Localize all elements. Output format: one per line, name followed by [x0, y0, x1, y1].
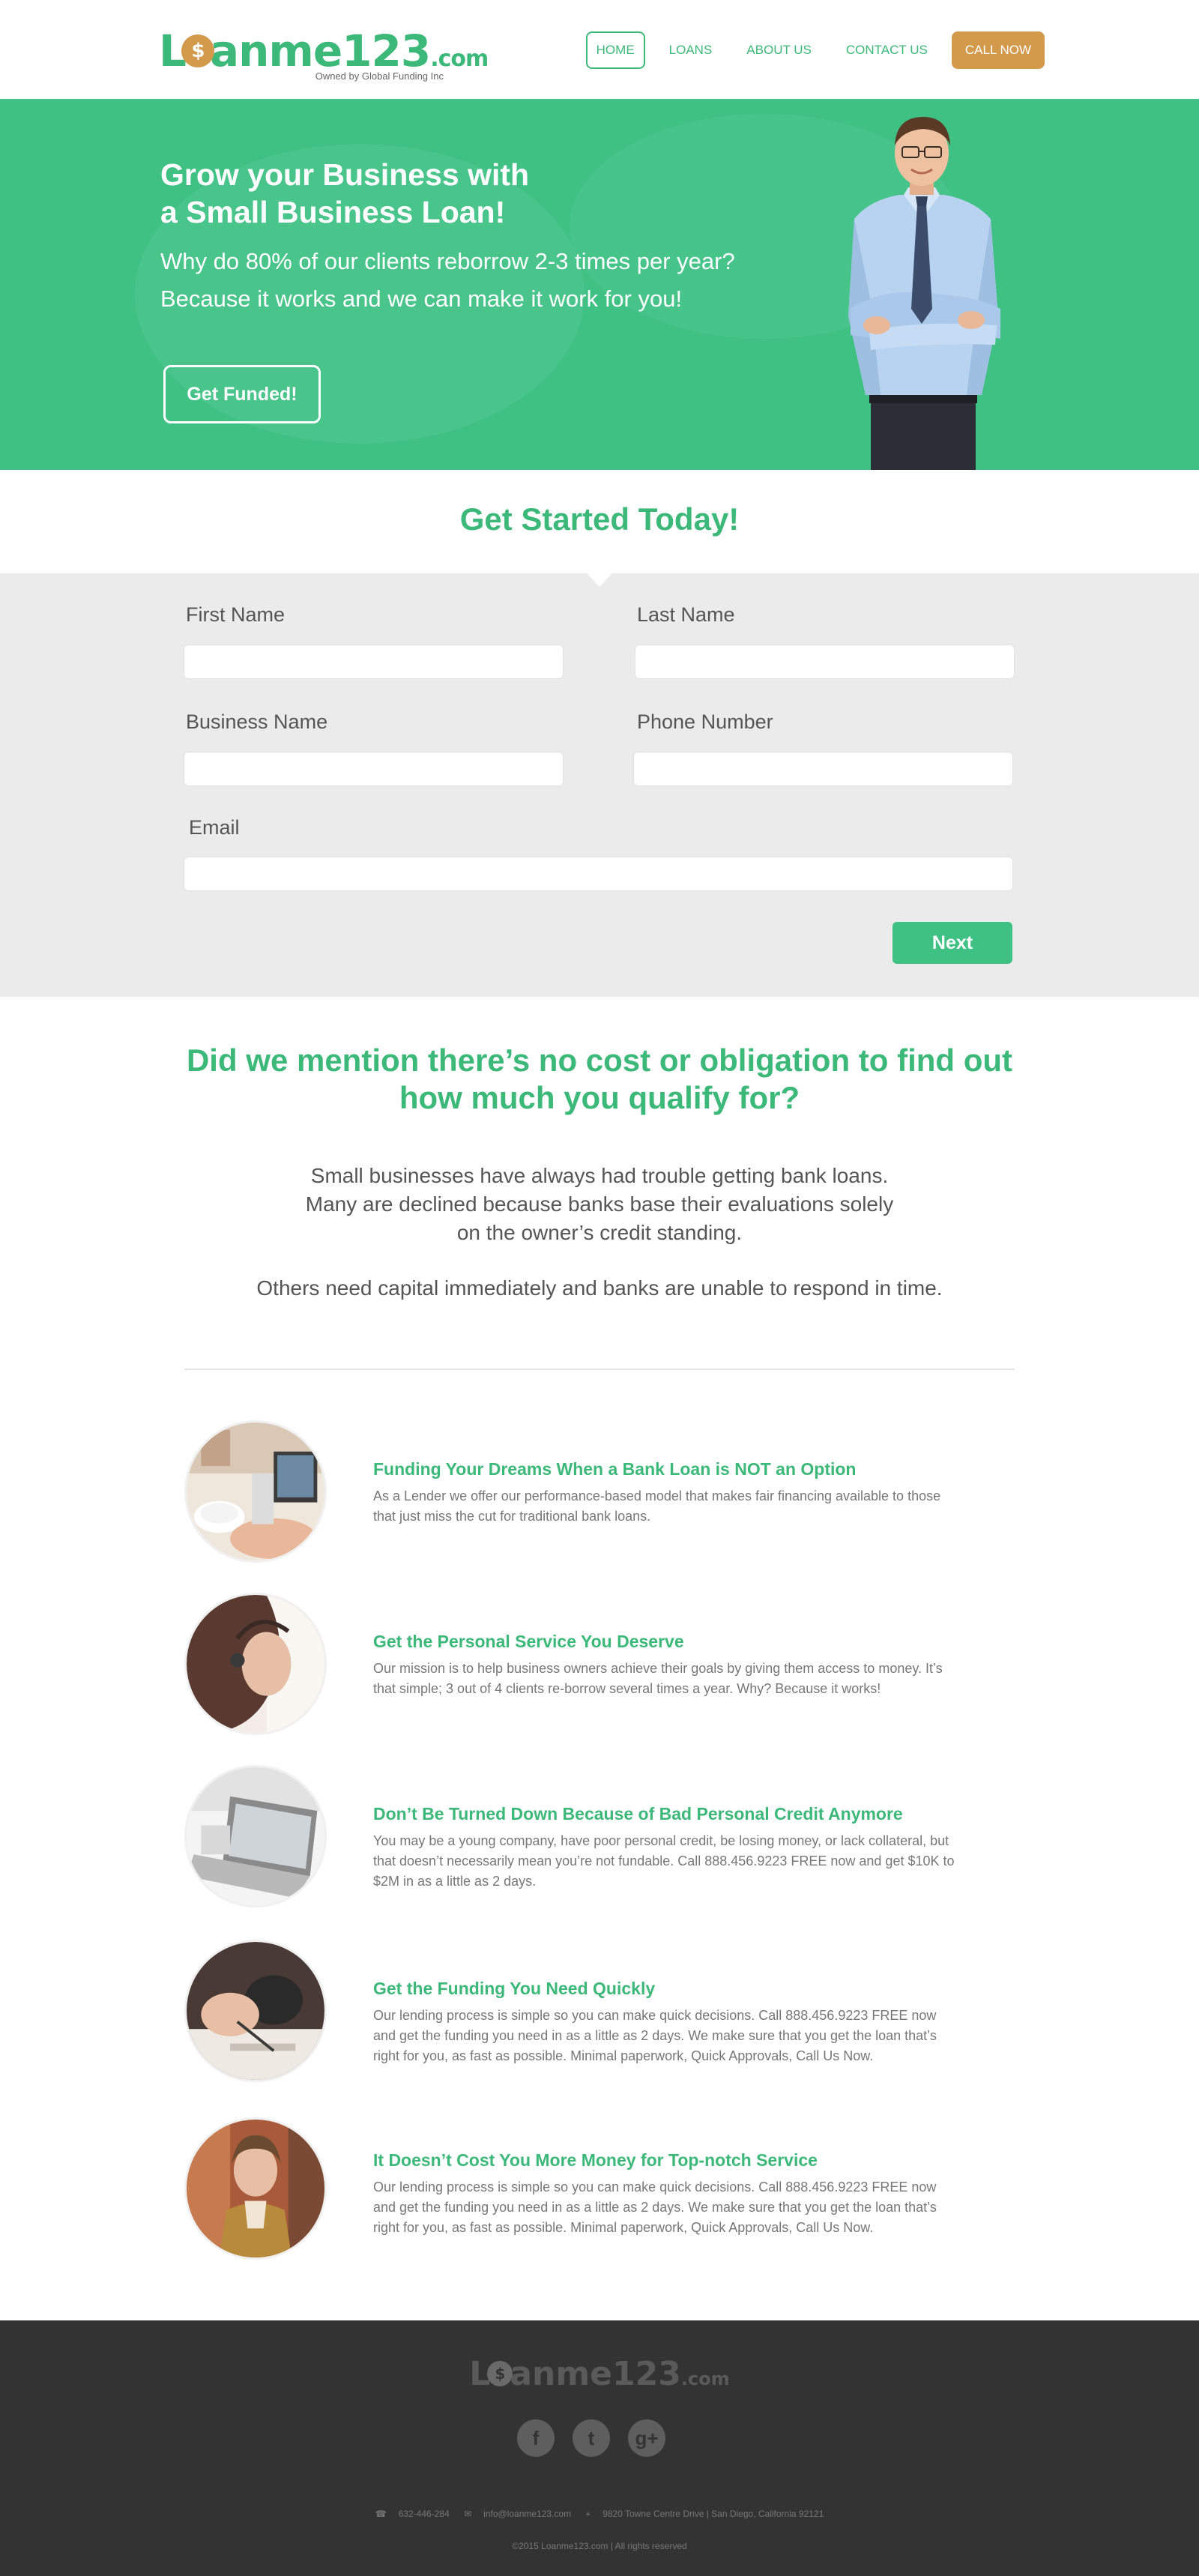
hero-title: Grow your Business with a Small Business … — [160, 157, 530, 229]
email-field[interactable] — [184, 857, 1013, 891]
feature-title: It Doesn’t Cost You More Money for Top-n… — [373, 2150, 818, 2170]
footer-phone[interactable]: 632-446-284 — [399, 2509, 450, 2519]
feature-text: You may be a young company, have poor pe… — [373, 1833, 955, 1889]
phone-number-field[interactable] — [633, 752, 1013, 786]
business-name-field[interactable] — [184, 752, 564, 786]
last-name-label: Last Name — [637, 603, 735, 626]
footer-logo[interactable]: L $ anme123.com — [0, 2355, 1199, 2393]
site-footer: L $ anme123.com f t g+ ☎ 632-446-284 ✉ info@… — [0, 2320, 1199, 2576]
nav-contact-us[interactable]: CONTACT US — [836, 31, 938, 69]
feature-text: Our lending process is simple so you can… — [373, 2008, 937, 2063]
footer-address: 9820 Towne Centre Drive | San Diego, Cal… — [602, 2509, 824, 2519]
facebook-icon[interactable]: f — [517, 2419, 555, 2457]
feature-title: Funding Your Dreams When a Bank Loan is … — [373, 1459, 857, 1479]
first-name-field[interactable] — [184, 645, 564, 679]
intro-paragraph: Small businesses have always had trouble… — [305, 1164, 894, 1244]
get-started-title: Get Started Today! — [459, 501, 740, 537]
nav-home[interactable]: HOME — [585, 31, 645, 69]
phone-number-label: Phone Number — [637, 711, 773, 733]
lead-form: First Name Last Name Business Name Phone… — [0, 573, 1199, 997]
hero-subtitle: Why do 80% of our clients reborrow 2-3 t… — [160, 248, 735, 312]
hero-banner: Grow your Business with a Small Business … — [0, 99, 1199, 470]
social-links: f t g+ — [517, 2419, 665, 2457]
feature-image-headset-agent — [184, 1593, 327, 1735]
next-button[interactable]: Next — [893, 922, 1012, 964]
get-funded-button[interactable]: Get Funded! — [163, 365, 321, 423]
capital-paragraph: Others need capital immediately and bank… — [256, 1276, 943, 1300]
feature-text: As a Lender we offer our performance-bas… — [373, 1488, 941, 1524]
section-divider — [184, 1369, 1015, 1370]
phone-icon: ☎ — [375, 2509, 387, 2519]
feature-title: Don’t Be Turned Down Because of Bad Pers… — [373, 1804, 903, 1824]
section-pointer — [587, 573, 612, 587]
feature-item: Get the Funding You Need Quickly Our len… — [184, 1940, 1015, 2082]
feature-item: Get the Personal Service You Deserve Our… — [184, 1593, 1015, 1735]
nav-loans[interactable]: LOANS — [659, 31, 723, 69]
email-label: Email — [189, 816, 240, 839]
first-name-label: First Name — [186, 603, 286, 626]
twitter-icon[interactable]: t — [573, 2419, 610, 2457]
last-name-field[interactable] — [635, 645, 1015, 679]
feature-item: Don’t Be Turned Down Because of Bad Pers… — [184, 1765, 1015, 1907]
logo-tagline: Owned by Global Funding Inc — [315, 70, 444, 82]
feature-item: It Doesn’t Cost You More Money for Top-n… — [184, 2117, 1015, 2260]
site-header: L $ anme123.com Owned by Global Funding In… — [0, 0, 1199, 99]
location-icon: ⌖ — [585, 2509, 591, 2519]
dollar-coin-icon: $ — [181, 34, 214, 67]
call-now-button[interactable]: CALL NOW — [951, 31, 1045, 69]
feature-text: Our mission is to help business owners a… — [373, 1661, 943, 1696]
footer-contact: ☎ 632-446-284 ✉ info@loanme123.com ⌖ 9820 T… — [0, 2509, 1199, 2520]
feature-title: Get the Personal Service You Deserve — [373, 1632, 684, 1651]
feature-image-business-owner — [184, 2117, 327, 2260]
no-cost-heading: Did we mention there’s no cost or obliga… — [186, 1043, 1013, 1115]
google-plus-icon[interactable]: g+ — [628, 2419, 665, 2457]
nav-about-us[interactable]: ABOUT US — [736, 31, 822, 69]
feature-text: Our lending process is simple so you can… — [373, 2180, 937, 2235]
businessman-image — [848, 117, 1000, 470]
feature-item: Funding Your Dreams When a Bank Loan is … — [184, 1420, 1015, 1563]
get-started-section: Get Started Today! — [0, 470, 1199, 573]
logo[interactable]: L $ anme123.com Owned by Global Funding In… — [159, 27, 489, 85]
footer-email[interactable]: info@loanme123.com — [483, 2509, 571, 2519]
feature-image-coffee-laptop — [184, 1420, 327, 1563]
main-nav: HOME LOANS ABOUT US CONTACT US CALL NOW — [585, 31, 1045, 69]
copyright: ©2015 Loanme123.com | All rights reserve… — [512, 2541, 687, 2551]
feature-image-laptop — [184, 1765, 327, 1907]
mail-icon: ✉ — [464, 2509, 472, 2519]
business-name-label: Business Name — [186, 711, 328, 733]
feature-title: Get the Funding You Need Quickly — [373, 1979, 656, 1998]
feature-image-piggy-bank — [184, 1940, 327, 2082]
